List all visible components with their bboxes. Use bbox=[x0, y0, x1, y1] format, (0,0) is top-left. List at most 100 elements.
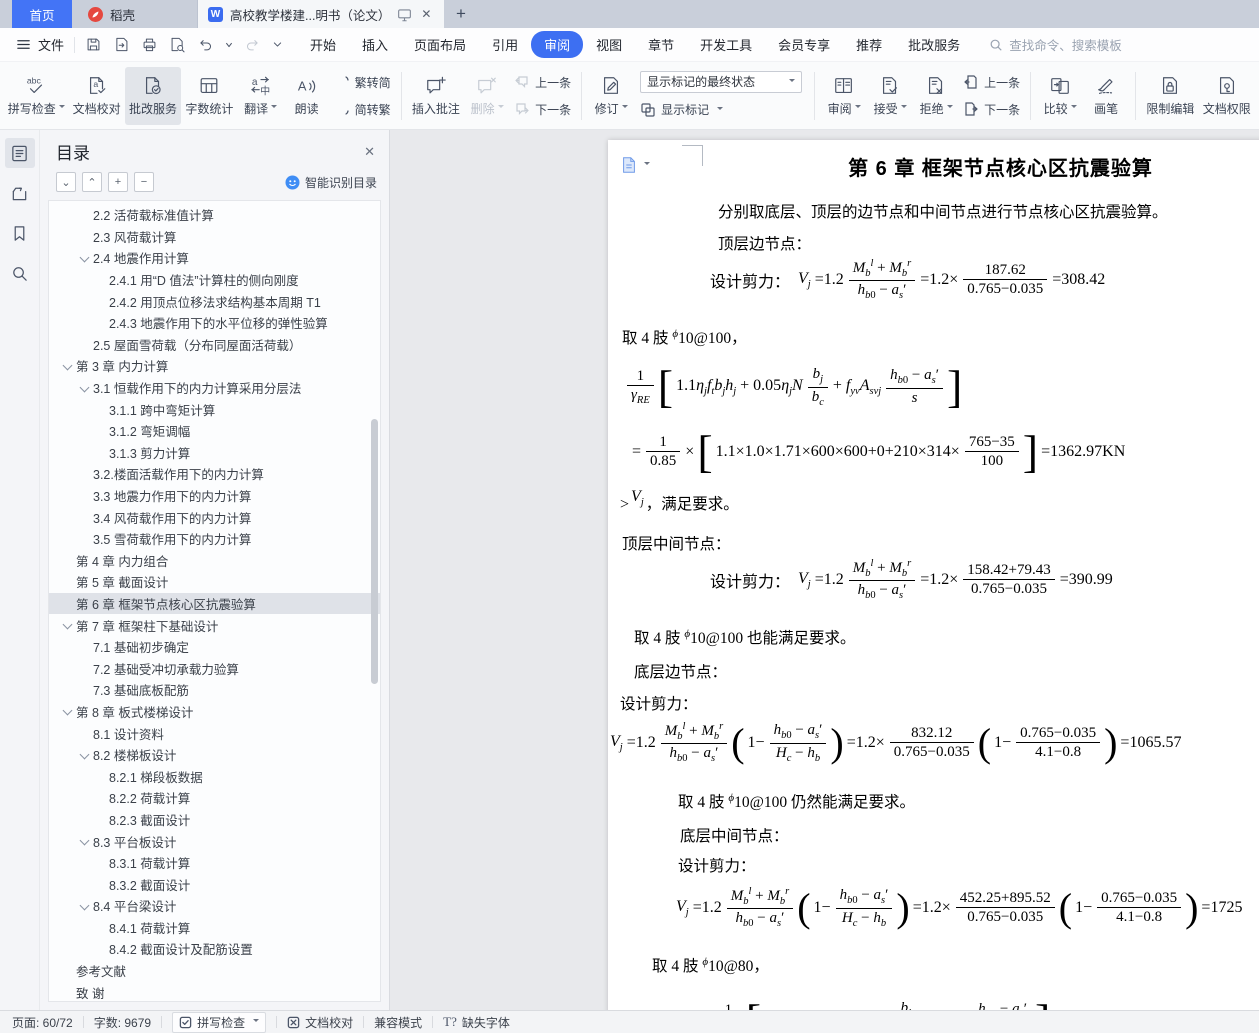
document-permission-button[interactable]: 文档权限 bbox=[1199, 67, 1255, 125]
show-markup-button[interactable]: 显示标记 bbox=[640, 99, 802, 121]
toc-item[interactable]: 3.5 雪荷载作用下的内力计算 bbox=[49, 528, 380, 550]
toc-item[interactable]: 2.2 活荷载标准值计算 bbox=[49, 204, 380, 226]
toc-item[interactable]: 8.4.2 截面设计及配筋设置 bbox=[49, 938, 380, 960]
toc-item[interactable]: 7.1 基础初步确定 bbox=[49, 636, 380, 658]
customize-toolbar-icon[interactable] bbox=[272, 39, 283, 50]
close-tab-icon[interactable]: ✕ bbox=[421, 7, 431, 21]
insert-comment-button[interactable]: 插入批注 bbox=[408, 67, 464, 125]
compatibility-mode-label[interactable]: 兼容模式 bbox=[374, 1014, 422, 1031]
toc-item[interactable]: 3.1 恒载作用下的内力计算采用分层法 bbox=[49, 377, 380, 399]
toc-item[interactable]: 8.1 设计资料 bbox=[49, 722, 380, 744]
restrict-editing-button[interactable]: 限制编辑 bbox=[1142, 67, 1198, 125]
toc-item[interactable]: 2.5 屋面雪荷载（分布同屋面活荷载） bbox=[49, 334, 380, 356]
toc-item[interactable]: 8.4 平台梁设计 bbox=[49, 895, 380, 917]
status-spell-check-button[interactable]: 拼写检查 bbox=[172, 1011, 267, 1033]
expand-all-button[interactable]: ⌄ bbox=[56, 172, 76, 192]
toc-item[interactable]: 第 4 章 内力组合 bbox=[49, 550, 380, 572]
toc-item[interactable]: 3.2.楼面活载作用下的内力计算 bbox=[49, 463, 380, 485]
chevron-down-icon[interactable] bbox=[78, 252, 90, 264]
toc-item[interactable]: 8.2.1 梯段板数据 bbox=[49, 765, 380, 787]
toc-item[interactable]: 参考文献 bbox=[49, 960, 380, 982]
track-changes-button[interactable]: 修订 bbox=[588, 67, 634, 125]
chevron-down-icon[interactable] bbox=[78, 900, 90, 912]
toc-item[interactable]: 8.3.1 荷载计算 bbox=[49, 852, 380, 874]
toc-item[interactable]: 3.1.1 跨中弯矩计算 bbox=[49, 398, 380, 420]
toc-item[interactable]: 2.4.3 地震作用下的水平位移的弹性验算 bbox=[49, 312, 380, 334]
chevron-down-icon[interactable] bbox=[78, 749, 90, 761]
page-indicator[interactable]: 页面: 60/72 bbox=[12, 1014, 73, 1031]
menu-item[interactable]: 审阅 bbox=[531, 31, 584, 58]
simplified-to-traditional-button[interactable]: 繁 简转繁 bbox=[334, 98, 391, 120]
tab-docer[interactable]: 稻壳 bbox=[72, 0, 198, 28]
menu-item[interactable]: 视图 bbox=[583, 31, 635, 58]
tab-document[interactable]: W 高校教学楼建...明书（论文） ✕ bbox=[198, 0, 444, 28]
accept-change-button[interactable]: 接受 bbox=[867, 67, 913, 125]
menu-item[interactable]: 开发工具 bbox=[687, 31, 765, 58]
toc-item[interactable]: 第 6 章 框架节点核心区抗震验算 bbox=[49, 592, 380, 615]
traditional-to-simplified-button[interactable]: 简 繁转简 bbox=[334, 71, 391, 93]
menu-item[interactable]: 推荐 bbox=[843, 31, 895, 58]
print-preview-icon[interactable] bbox=[169, 36, 186, 53]
outline-pane-button[interactable] bbox=[4, 138, 35, 168]
word-count-indicator[interactable]: 字数: 9679 bbox=[94, 1014, 151, 1031]
toc-item[interactable]: 8.3.2 截面设计 bbox=[49, 873, 380, 895]
compare-button[interactable]: 比较 bbox=[1037, 67, 1083, 125]
reject-change-button[interactable]: 拒绝 bbox=[913, 67, 959, 125]
menu-item[interactable]: 会员专享 bbox=[765, 31, 843, 58]
toc-item[interactable]: 2.3 风荷载计算 bbox=[49, 226, 380, 248]
chevron-down-icon[interactable] bbox=[61, 705, 73, 717]
previous-change-button[interactable]: 上一条 bbox=[963, 71, 1020, 93]
translate-button[interactable]: a中 翻译 bbox=[238, 67, 284, 125]
toc-item[interactable]: 第 7 章 框架柱下基础设计 bbox=[49, 614, 380, 636]
print-icon[interactable] bbox=[141, 36, 158, 53]
document-page[interactable]: 第 6 章 框架节点核心区抗震验算 分别取底层、顶层的边节点和中间节点进行节点核… bbox=[608, 140, 1259, 1010]
document-proofing-button[interactable]: a 文档校对 bbox=[68, 67, 124, 125]
toc-item[interactable]: 3.3 地震力作用下的内力计算 bbox=[49, 485, 380, 507]
share-screen-icon[interactable] bbox=[397, 7, 412, 22]
status-doc-proof-button[interactable]: 文档校对 bbox=[287, 1014, 353, 1031]
toc-item[interactable]: 第 8 章 板式楼梯设计 bbox=[49, 701, 380, 723]
toc-item[interactable]: 第 5 章 截面设计 bbox=[49, 571, 380, 593]
toc-item[interactable]: 8.2.2 荷载计算 bbox=[49, 787, 380, 809]
spell-check-button[interactable]: abc 拼写检查 bbox=[4, 67, 68, 125]
command-search[interactable]: 查找命令、搜索模板 bbox=[989, 35, 1122, 54]
toc-item[interactable]: 8.2.3 截面设计 bbox=[49, 809, 380, 831]
export-pdf-icon[interactable] bbox=[113, 36, 130, 53]
undo-icon[interactable] bbox=[197, 36, 214, 53]
toc-item[interactable]: 8.4.1 荷载计算 bbox=[49, 917, 380, 939]
collapse-all-button[interactable]: ⌃ bbox=[82, 172, 102, 192]
next-change-button[interactable]: 下一条 bbox=[963, 98, 1020, 120]
chapter-nav-button[interactable] bbox=[5, 178, 35, 208]
menu-item[interactable]: 插入 bbox=[349, 31, 401, 58]
review-pane-button[interactable]: 审阅 bbox=[821, 67, 867, 125]
read-aloud-button[interactable]: A 朗读 bbox=[284, 67, 330, 125]
toc-item[interactable]: 3.1.2 弯矩调幅 bbox=[49, 420, 380, 442]
ink-brush-button[interactable]: 画笔 bbox=[1083, 67, 1129, 125]
chevron-down-icon[interactable] bbox=[78, 382, 90, 394]
find-pane-button[interactable] bbox=[5, 258, 35, 288]
menu-item[interactable]: 批改服务 bbox=[895, 31, 973, 58]
toc-item[interactable]: 2.4.1 用“D 值法”计算柱的侧向刚度 bbox=[49, 269, 380, 291]
close-icon[interactable]: ✕ bbox=[364, 144, 375, 160]
chevron-down-icon[interactable] bbox=[61, 360, 73, 372]
save-icon[interactable] bbox=[85, 36, 102, 53]
tab-home[interactable]: 首页 bbox=[12, 0, 72, 28]
missing-font-button[interactable]: T? 缺失字体 bbox=[443, 1014, 510, 1031]
correction-service-button[interactable]: 批改服务 bbox=[124, 66, 182, 125]
toc-item[interactable]: 7.3 基础底板配筋 bbox=[49, 679, 380, 701]
expand-level-button[interactable]: + bbox=[108, 172, 128, 192]
toc-item[interactable]: 2.4.2 用顶点位移法求结构基本周期 T1 bbox=[49, 290, 380, 312]
collapse-level-button[interactable]: − bbox=[134, 172, 154, 192]
menu-item[interactable]: 开始 bbox=[297, 31, 349, 58]
toc-item[interactable]: 8.2 楼梯板设计 bbox=[49, 744, 380, 766]
smart-toc-button[interactable]: 智能识别目录 bbox=[285, 174, 377, 191]
toc-item[interactable]: 3.4 风荷载作用下的内力计算 bbox=[49, 506, 380, 528]
menu-item[interactable]: 页面布局 bbox=[401, 31, 479, 58]
menu-item[interactable]: 引用 bbox=[479, 31, 531, 58]
new-tab-button[interactable]: + bbox=[444, 0, 478, 28]
toc-item[interactable]: 8.3 平台板设计 bbox=[49, 830, 380, 852]
toc-item[interactable]: 3.1.3 剪力计算 bbox=[49, 442, 380, 464]
file-menu-button[interactable]: 文件 bbox=[16, 35, 64, 54]
toc-item[interactable]: 2.4 地震作用计算 bbox=[49, 247, 380, 269]
word-count-button[interactable]: 字数统计 bbox=[181, 67, 237, 125]
